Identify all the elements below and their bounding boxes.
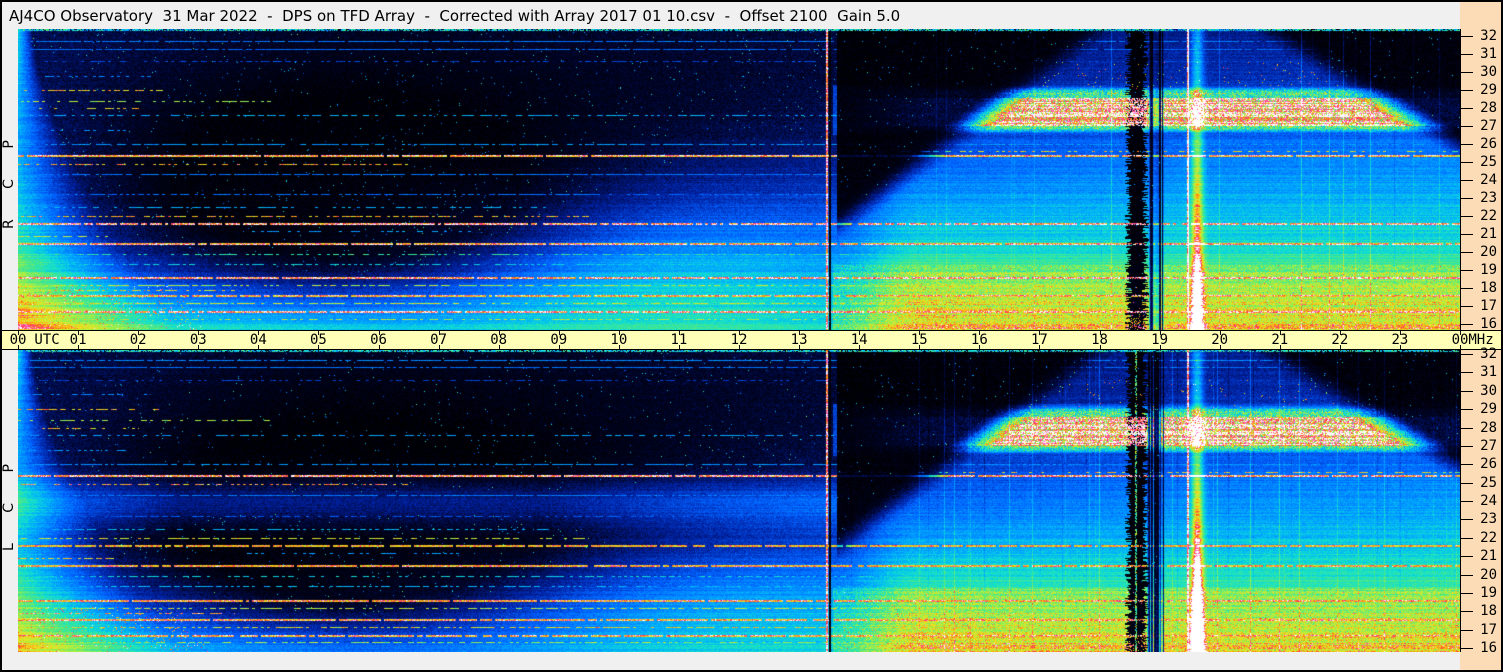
- time-axis-tick: [1400, 345, 1401, 349]
- freq-axis-tick-label: 25: [1480, 154, 1497, 170]
- time-axis-tick: [1280, 345, 1281, 349]
- time-axis-tick: [1220, 331, 1221, 335]
- time-axis-tick: [1160, 345, 1161, 349]
- time-axis-tick: [979, 331, 980, 335]
- freq-axis-tick-label: 20: [1480, 244, 1497, 260]
- time-axis-tick: [258, 331, 259, 335]
- time-axis-tick: [919, 331, 920, 335]
- time-axis-tick: [859, 345, 860, 349]
- time-axis-tick: [1340, 345, 1341, 349]
- time-axis-tick: [1100, 345, 1101, 349]
- panel-label-rcp: R C P: [1, 127, 17, 229]
- time-axis-tick: [198, 345, 199, 349]
- time-axis-tick: [1400, 331, 1401, 335]
- freq-axis-tick-label: 29: [1480, 82, 1497, 98]
- freq-axis-tick-label: 23: [1480, 511, 1497, 527]
- time-axis-tick: [318, 345, 319, 349]
- time-axis-tick: [138, 331, 139, 335]
- title-bar: AJ4CO Observatory 31 Mar 2022 - DPS on T…: [2, 2, 1460, 29]
- time-axis-tick: [318, 331, 319, 335]
- time-axis-tick: [979, 345, 980, 349]
- freq-axis-tick-label: 24: [1480, 172, 1497, 188]
- freq-axis-tick-label: 30: [1480, 64, 1497, 80]
- utc-axis-label: UTC: [34, 332, 60, 348]
- freq-axis-tick-label: 16: [1480, 640, 1497, 656]
- freq-axis-tick-label: 17: [1480, 622, 1497, 638]
- freq-axis-tick-label: 31: [1480, 364, 1497, 380]
- freq-axis-tick-label: 21: [1480, 548, 1497, 564]
- time-axis-tick: [439, 331, 440, 335]
- freq-axis-tick-label: 21: [1480, 226, 1497, 242]
- time-axis-tick: [799, 345, 800, 349]
- time-axis-tick: [258, 345, 259, 349]
- freq-axis-tick-label: 29: [1480, 401, 1497, 417]
- spectrogram-panel-lcp: [18, 350, 1460, 652]
- time-axis-tick: [1220, 345, 1221, 349]
- time-axis-tick: [499, 331, 500, 335]
- time-axis-tick: [559, 345, 560, 349]
- panel-label-lcp: L C P: [1, 451, 17, 551]
- time-axis-tick: [1039, 345, 1040, 349]
- freq-axis-tick-label: 20: [1480, 567, 1497, 583]
- time-axis-tick: [379, 331, 380, 335]
- freq-axis-tick-label: 23: [1480, 190, 1497, 206]
- time-axis-tick: [18, 331, 19, 335]
- freq-axis-tick-label: 28: [1480, 420, 1497, 436]
- time-axis-tick: [679, 331, 680, 335]
- freq-axis-tick-label: 18: [1480, 280, 1497, 296]
- app-window: AJ4CO Observatory 31 Mar 2022 - DPS on T…: [0, 0, 1503, 672]
- time-axis-tick: [1460, 345, 1461, 349]
- freq-axis-tick-label: 30: [1480, 383, 1497, 399]
- freq-axis-tick-label: 25: [1480, 475, 1497, 491]
- freq-axis-tick-label: 26: [1480, 136, 1497, 152]
- time-axis-tick: [1460, 331, 1461, 335]
- freq-axis-tick-label: 18: [1480, 603, 1497, 619]
- time-axis-tick: [679, 345, 680, 349]
- freq-axis-tick-label: 17: [1480, 298, 1497, 314]
- time-axis-tick: [739, 345, 740, 349]
- time-axis-tick: [1340, 331, 1341, 335]
- time-axis-tick: [619, 331, 620, 335]
- time-axis-tick: [78, 331, 79, 335]
- time-axis-tick: [138, 345, 139, 349]
- time-axis-tick: [799, 331, 800, 335]
- time-axis-tick: [1100, 331, 1101, 335]
- freq-axis-tick-label: 26: [1480, 456, 1497, 472]
- time-axis-tick: [78, 345, 79, 349]
- time-axis-tick: [1280, 331, 1281, 335]
- time-axis-tick: [18, 345, 19, 349]
- time-axis-tick: [559, 331, 560, 335]
- freq-axis-tick-label: 27: [1480, 118, 1497, 134]
- freq-axis-tick-label: 27: [1480, 438, 1497, 454]
- freq-axis-tick-label: 32: [1480, 346, 1497, 362]
- time-axis-tick: [1039, 331, 1040, 335]
- time-axis-tick: [919, 345, 920, 349]
- freq-axis-tick-label: 32: [1480, 28, 1497, 44]
- freq-axis-tick-label: 24: [1480, 493, 1497, 509]
- freq-axis-tick-label: 28: [1480, 100, 1497, 116]
- time-axis-tick: [198, 331, 199, 335]
- freq-axis-tick-label: 19: [1480, 585, 1497, 601]
- freq-axis-tick-label: 19: [1480, 262, 1497, 278]
- time-axis-tick: [439, 345, 440, 349]
- freq-axis-tick-label: 22: [1480, 208, 1497, 224]
- freq-axis-tick-label: 22: [1480, 530, 1497, 546]
- page-title: AJ4CO Observatory 31 Mar 2022 - DPS on T…: [9, 7, 901, 25]
- time-axis-tick: [499, 345, 500, 349]
- time-axis-tick: [379, 345, 380, 349]
- freq-axis-tick-label: 16: [1480, 316, 1497, 332]
- spectrogram-panel-rcp: [18, 29, 1460, 330]
- time-axis-tick: [1160, 331, 1161, 335]
- freq-axis-tick-label: 31: [1480, 46, 1497, 62]
- time-axis-tick: [619, 345, 620, 349]
- time-axis-tick: [739, 331, 740, 335]
- time-axis-tick: [859, 331, 860, 335]
